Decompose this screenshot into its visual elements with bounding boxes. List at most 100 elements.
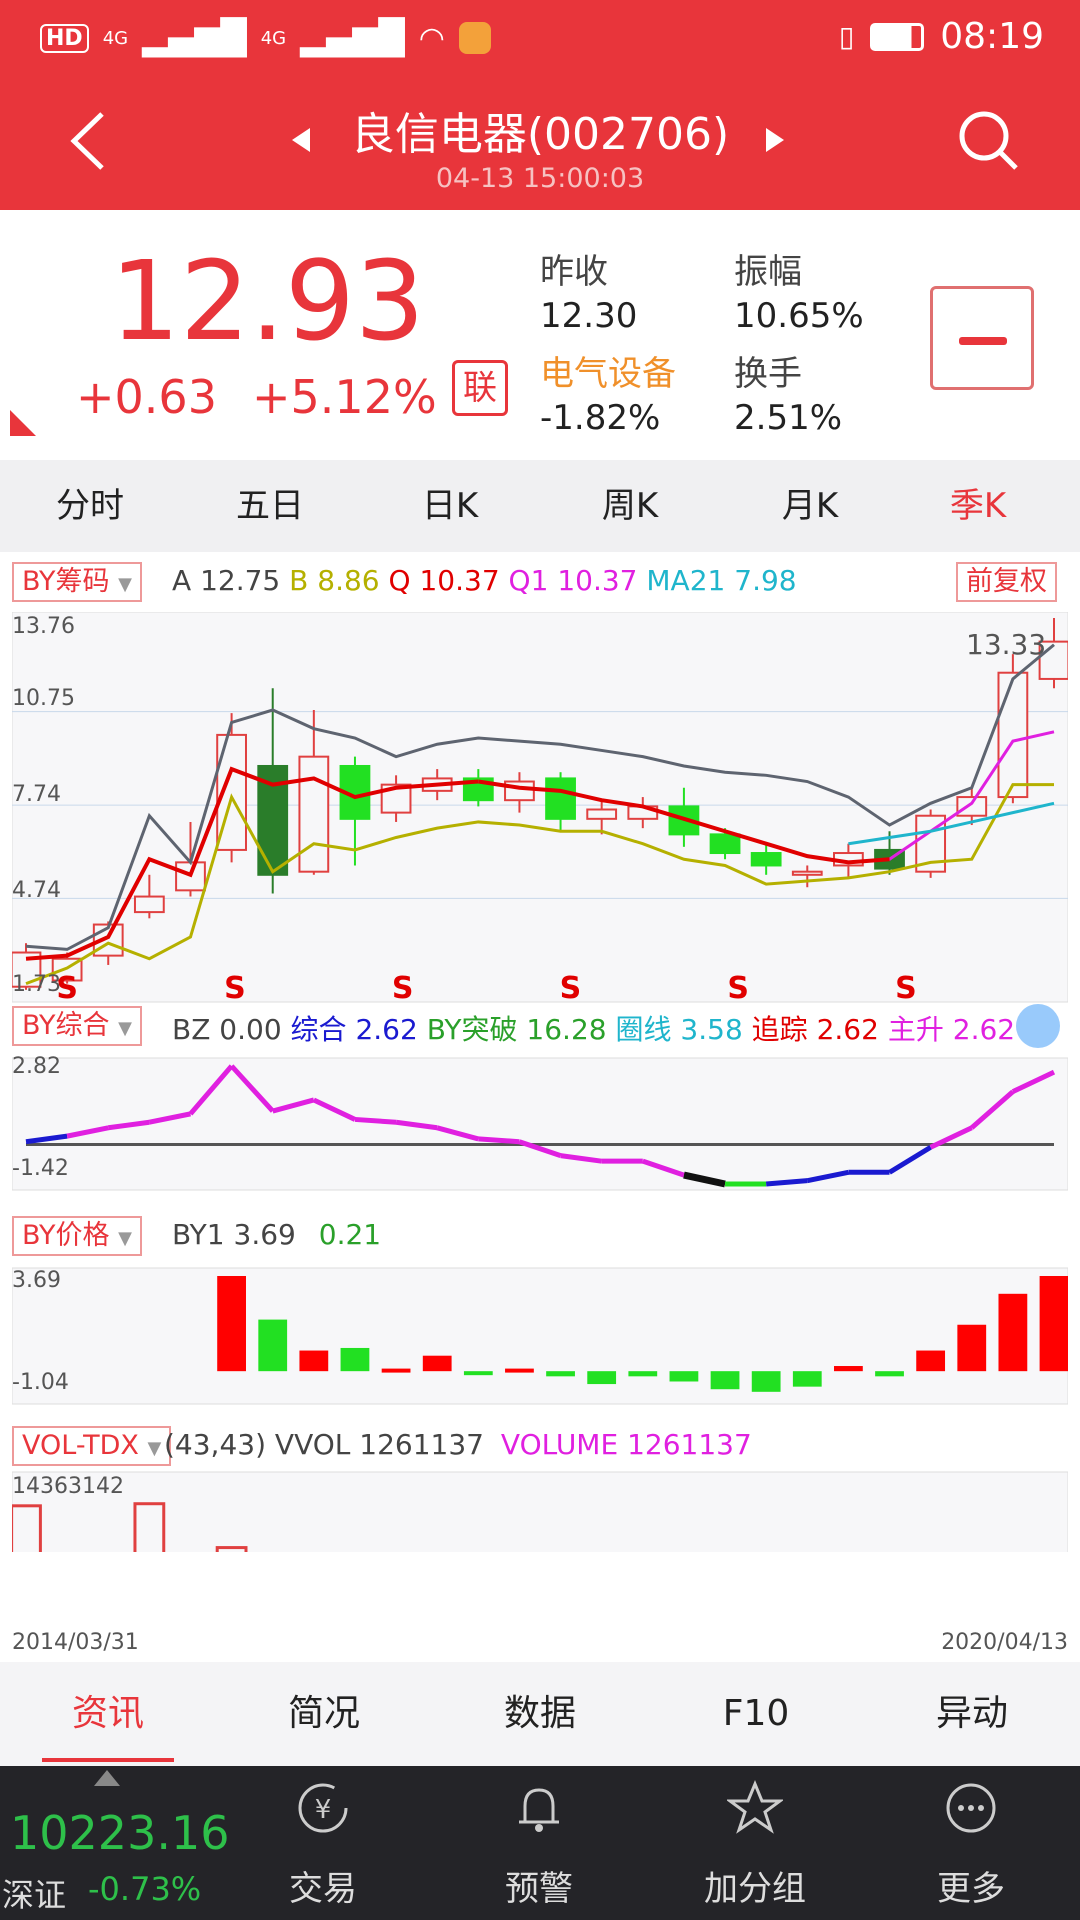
- charts-svg: SSSSSS: [12, 612, 1068, 1552]
- by-price-bar: [340, 1347, 370, 1372]
- indicator-selector-label: BY筹码: [22, 566, 110, 597]
- date-start: 2014/03/31: [12, 1630, 139, 1655]
- back-icon[interactable]: [66, 108, 112, 174]
- stock-title: 良信电器(002706): [350, 109, 730, 160]
- main-legend: A 12.75 B 8.86 Q 10.37 Q1 10.37 MA21 7.9…: [172, 564, 797, 597]
- expand-up-icon[interactable]: [94, 1770, 120, 1786]
- indicator-selector-volume[interactable]: VOL-TDX ▼: [12, 1426, 172, 1466]
- s-marker: S: [560, 971, 582, 1006]
- nav-more[interactable]: 更多: [896, 1780, 1046, 1910]
- candle-body: [133, 895, 165, 914]
- battery-icon: [870, 22, 925, 51]
- tab-wuri[interactable]: 五日: [200, 460, 340, 552]
- search-icon[interactable]: [956, 108, 1022, 174]
- by-price-legend: BY1 3.69 0.21: [172, 1218, 381, 1251]
- remove-watchlist-button[interactable]: [930, 286, 1034, 390]
- legend-q1-key: Q1: [508, 564, 549, 597]
- index-value[interactable]: 10223.16: [10, 1806, 230, 1860]
- index-change: -0.73%: [88, 1870, 202, 1908]
- indicator-selector-price[interactable]: BY价格 ▼: [12, 1216, 142, 1256]
- by-price-bar: [792, 1371, 822, 1387]
- dropdown-icon: ▼: [118, 1018, 132, 1039]
- legend-by1-value: 3.69: [233, 1218, 296, 1251]
- subtab-changes[interactable]: 异动: [892, 1662, 1052, 1766]
- legend-q-value: 10.37: [419, 564, 500, 597]
- app-notify-icon: [458, 22, 491, 54]
- legend-b-key: B: [289, 564, 309, 597]
- composite-segment: [765, 1178, 808, 1187]
- yen-icon: ¥: [298, 1783, 348, 1833]
- tab-yuek[interactable]: 月K: [740, 460, 880, 552]
- svg-text:¥: ¥: [315, 1795, 332, 1825]
- prev-close-value: 12.30: [540, 296, 638, 336]
- sector-label[interactable]: 电气设备: [540, 346, 676, 395]
- bottom-nav: 10223.16 深证 -0.73% ¥ 交易 预警 加分组 更多: [0, 1766, 1080, 1920]
- bell-icon: [519, 1788, 559, 1832]
- date-end: 2020/04/13: [941, 1630, 1068, 1655]
- candle-body: [956, 796, 988, 817]
- chart-area: BY筹码 ▼ A 12.75 B 8.86 Q 10.37 Q1 10.37 M…: [0, 552, 1080, 1662]
- by-price-bar: [422, 1355, 452, 1372]
- expand-icon[interactable]: [1016, 1004, 1060, 1048]
- top-bar: HD 4G ▂▄▆█ 4G ▂▄▆█ ◠ ▯ 08:19 良信电器(002706…: [0, 0, 1080, 210]
- composite-frame: [12, 1057, 1068, 1191]
- nav-trade[interactable]: ¥ 交易: [248, 1780, 398, 1910]
- indicator-selector-composite[interactable]: BY综合 ▼: [12, 1006, 142, 1046]
- subtab-f10[interactable]: F10: [676, 1662, 836, 1766]
- link-badge[interactable]: 联: [452, 360, 508, 416]
- tab-zhouk[interactable]: 周K: [560, 460, 700, 552]
- subtab-news[interactable]: 资讯: [28, 1662, 188, 1766]
- vibrate-icon: ▯: [838, 20, 855, 53]
- legend-by2-value: 0.21: [318, 1218, 382, 1251]
- nav-add-group[interactable]: 加分组: [680, 1780, 830, 1910]
- dropdown-icon: ▼: [147, 1438, 162, 1459]
- tab-jik[interactable]: 季K: [908, 460, 1048, 552]
- nav-alert[interactable]: 预警: [464, 1780, 614, 1910]
- indicator-selector-label: BY价格: [22, 1220, 110, 1251]
- candle-body: [750, 852, 782, 867]
- subtab-data[interactable]: 数据: [460, 1662, 620, 1766]
- legend-zonghe-value: 2.62: [355, 1013, 418, 1046]
- indicator-selector-chips[interactable]: BY筹码 ▼: [12, 562, 142, 602]
- legend-vvol-value: 1261137: [359, 1428, 484, 1461]
- status-right: ▯ 08:19: [839, 16, 1044, 57]
- candle-body: [298, 755, 330, 873]
- by-price-bar: [217, 1276, 246, 1372]
- legend-b-value: 8.86: [317, 564, 380, 597]
- prev-close-label: 昨收: [540, 252, 608, 292]
- legend-by1-key: BY1: [172, 1218, 225, 1251]
- next-stock-icon[interactable]: [764, 126, 786, 154]
- subtab-overview[interactable]: 简况: [244, 1662, 404, 1766]
- indicator-selector-label: BY综合: [22, 1010, 110, 1041]
- wifi-icon: ◠: [418, 20, 445, 56]
- by-price-bar: [505, 1368, 534, 1373]
- composite-axis-bottom: -1.42: [12, 1156, 69, 1181]
- composite-axis-top: 2.82: [12, 1054, 61, 1079]
- legend-quanxian-value: 3.58: [680, 1013, 743, 1046]
- s-marker: S: [727, 971, 749, 1006]
- legend-tupo-value: 16.28: [526, 1013, 607, 1046]
- amplitude-value: 10.65%: [734, 296, 864, 336]
- by-price-bar: [1039, 1276, 1068, 1372]
- by-price-bar: [258, 1319, 288, 1372]
- price-axis-2: 10.75: [12, 686, 75, 711]
- by-price-bar: [587, 1371, 617, 1385]
- legend-vvol-key: VVOL: [274, 1428, 351, 1461]
- by-price-bar: [916, 1350, 946, 1372]
- prev-stock-icon[interactable]: [290, 126, 312, 154]
- legend-quanxian-key: 圈线: [615, 1013, 672, 1046]
- nav-more-label: 更多: [937, 1869, 1005, 1909]
- more-icon: [946, 1783, 996, 1833]
- composite-chart: [12, 1057, 1068, 1191]
- tab-fenshi[interactable]: 分时: [20, 460, 160, 552]
- adjust-button[interactable]: 前复权: [956, 562, 1057, 602]
- legend-a-key: A: [172, 564, 192, 597]
- by-price-bar: [463, 1371, 493, 1376]
- s-marker: S: [895, 971, 917, 1006]
- signal-icon-2: ▂▄▆█: [300, 18, 405, 58]
- legend-ma21-key: MA21: [646, 564, 726, 597]
- quote-panel: 12.93 +0.63 +5.12% 联 昨收 12.30 电气设备 -1.82…: [0, 210, 1080, 460]
- volume-params: (43,43): [164, 1428, 267, 1461]
- by-price-bar: [628, 1371, 658, 1377]
- tab-rik[interactable]: 日K: [380, 460, 520, 552]
